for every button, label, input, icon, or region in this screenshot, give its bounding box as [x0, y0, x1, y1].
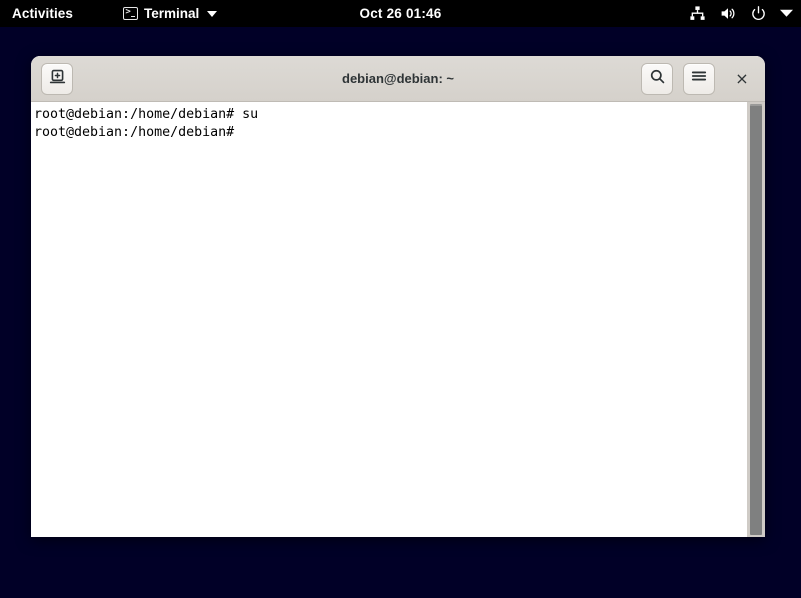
terminal-icon — [123, 6, 139, 20]
app-menu-terminal[interactable]: Terminal — [113, 0, 227, 27]
terminal-scrollbar[interactable] — [747, 102, 765, 537]
window-titlebar[interactable]: debian@debian: ~ × — [31, 56, 765, 102]
terminal-body[interactable]: root@debian:/home/debian# su root@debian… — [31, 102, 765, 537]
power-icon — [750, 5, 767, 22]
volume-icon — [719, 5, 737, 22]
search-button[interactable] — [641, 62, 673, 95]
app-menu-label: Terminal — [144, 6, 200, 21]
network-wired-icon — [689, 5, 706, 22]
new-tab-icon — [49, 68, 66, 90]
new-tab-button[interactable] — [41, 62, 73, 95]
hamburger-menu-icon — [691, 69, 707, 88]
titlebar-controls: × — [641, 62, 755, 95]
search-icon — [649, 68, 666, 90]
window-title-label: debian@debian: ~ — [342, 71, 454, 86]
terminal-output[interactable]: root@debian:/home/debian# su root@debian… — [31, 102, 747, 537]
clock-label: Oct 26 01:46 — [359, 6, 442, 21]
activities-button[interactable]: Activities — [0, 0, 85, 27]
chevron-down-icon — [780, 9, 793, 18]
status-area[interactable] — [689, 5, 793, 22]
activities-label: Activities — [12, 6, 74, 21]
desktop: Activities Terminal Oct 26 01:46 — [0, 0, 801, 598]
close-icon: × — [735, 69, 749, 88]
scrollbar-thumb[interactable] — [750, 104, 762, 535]
gnome-top-bar: Activities Terminal Oct 26 01:46 — [0, 0, 801, 27]
menu-button[interactable] — [683, 62, 715, 95]
terminal-window: debian@debian: ~ × root@debian:/home/deb… — [31, 56, 765, 537]
chevron-down-icon — [207, 10, 218, 17]
close-button[interactable]: × — [729, 66, 755, 92]
